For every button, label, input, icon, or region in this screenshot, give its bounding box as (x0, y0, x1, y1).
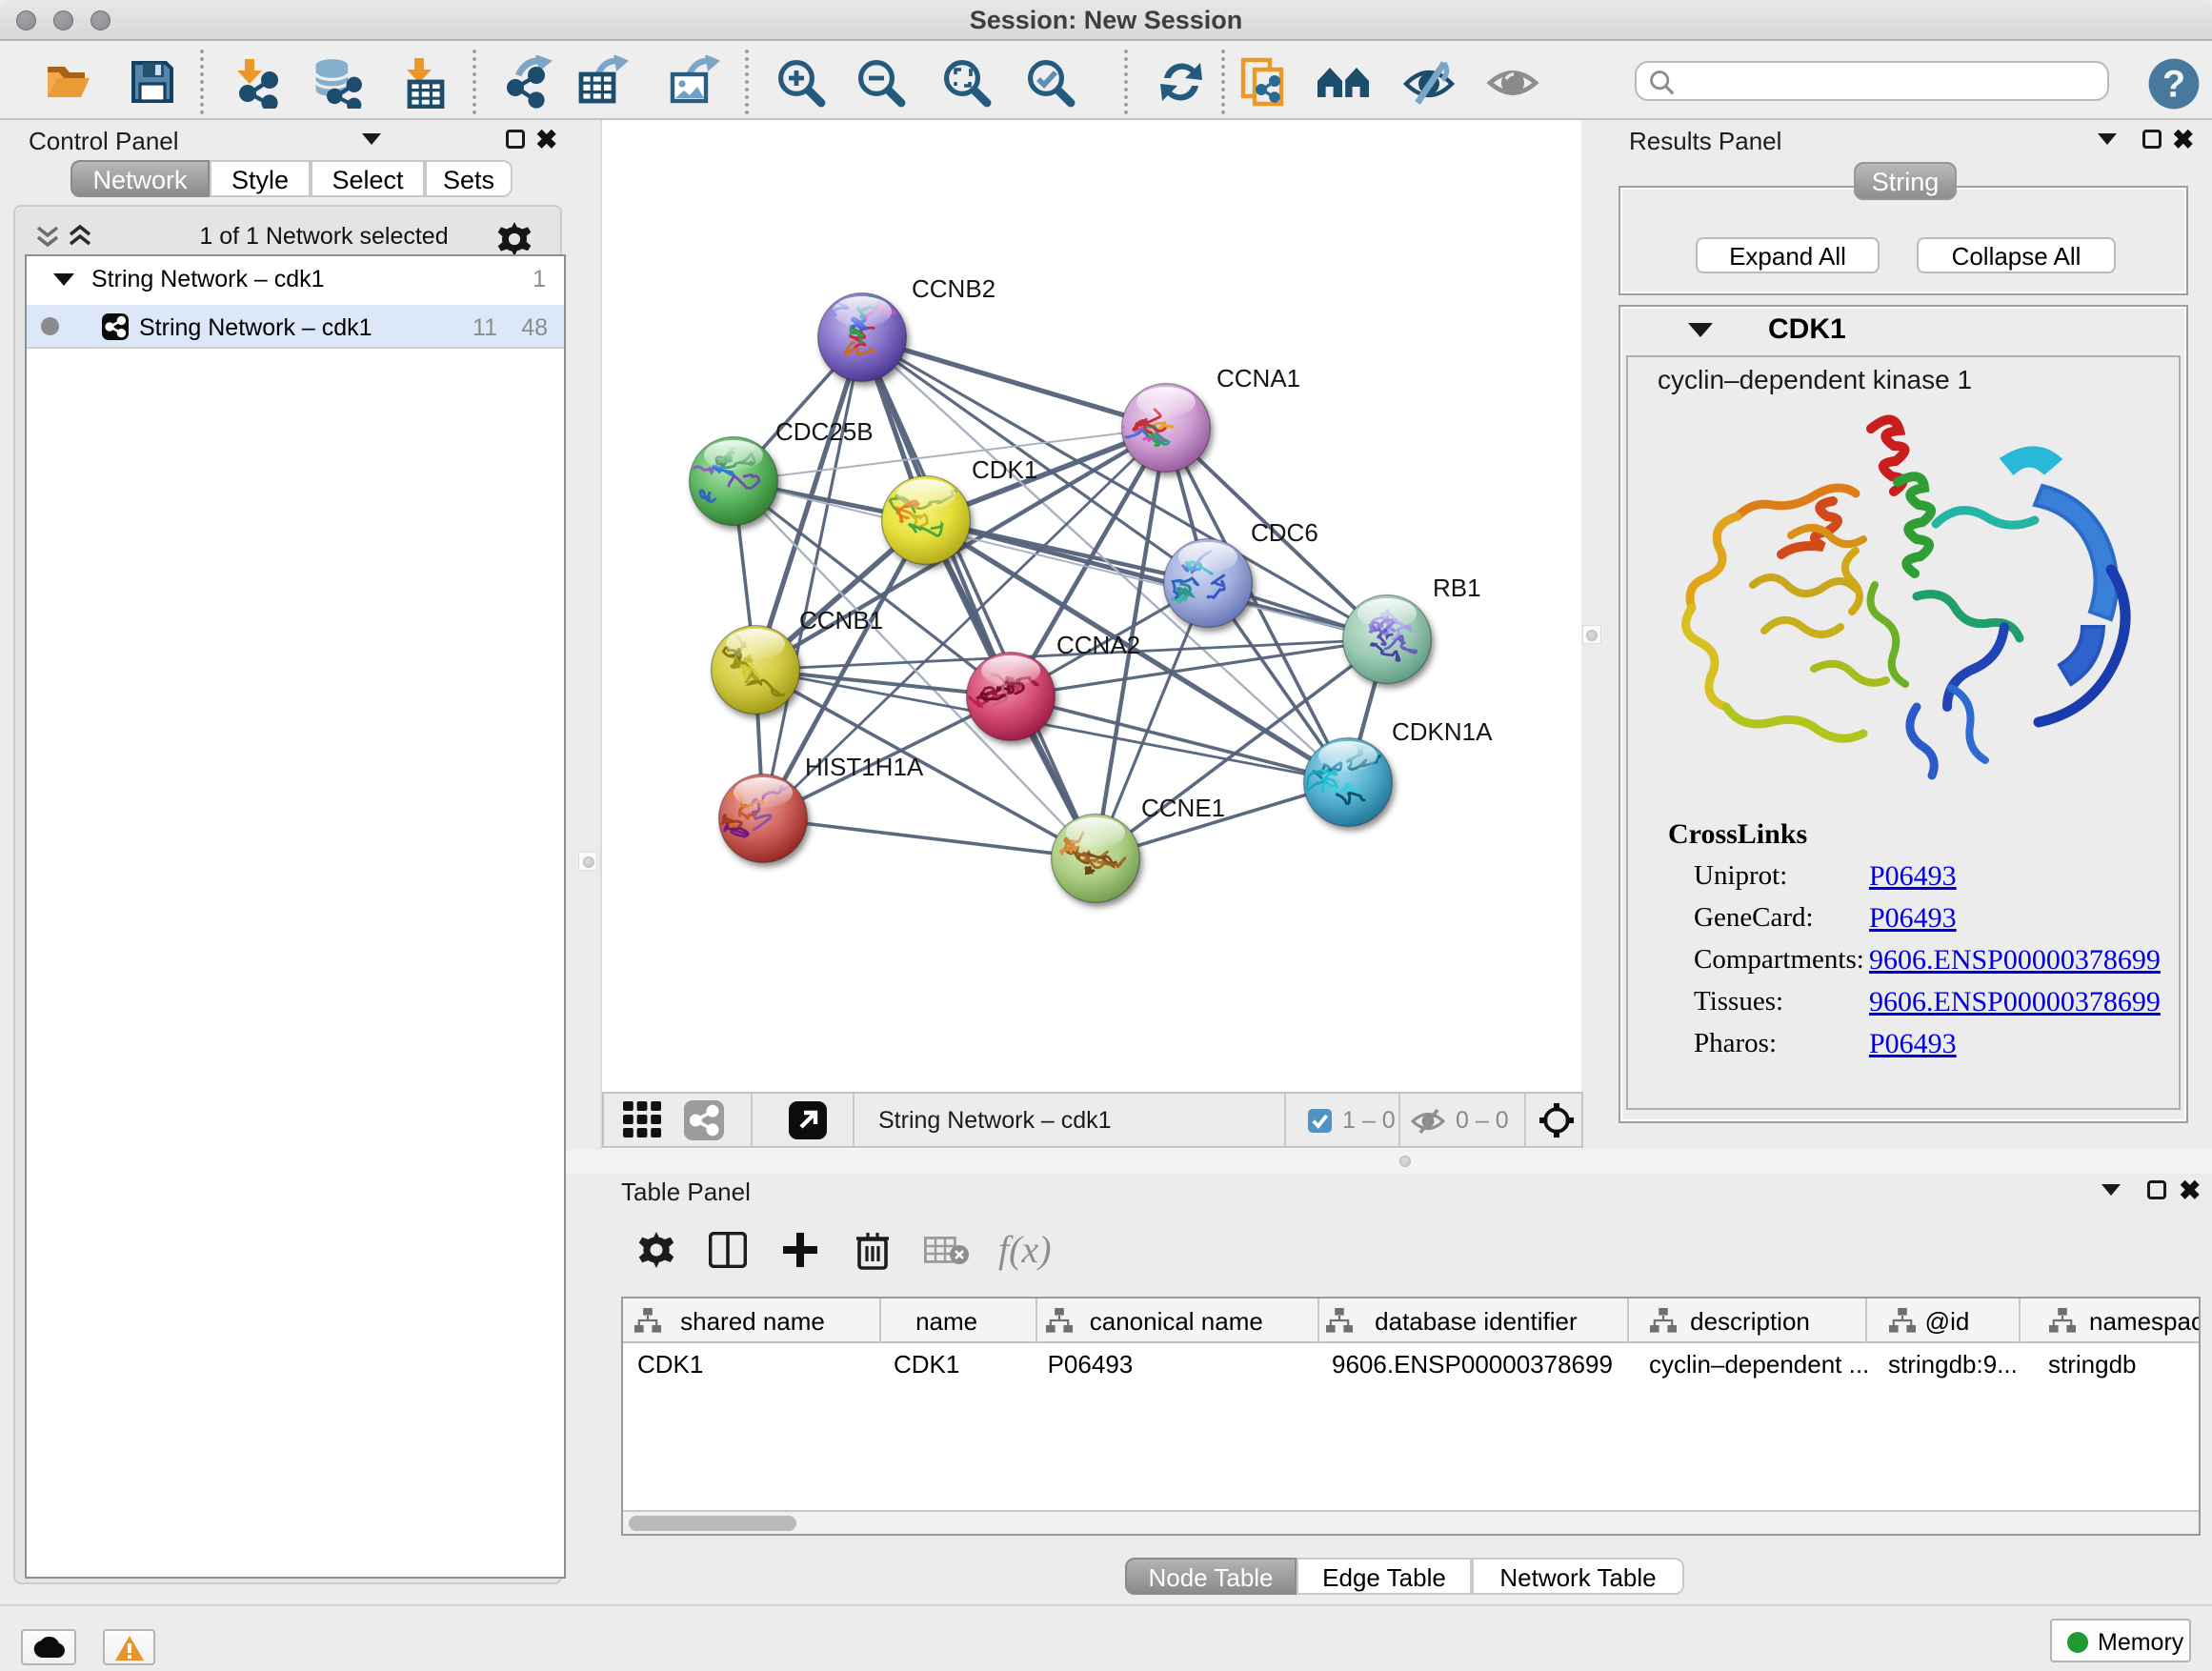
svg-text:?: ? (2162, 64, 2185, 106)
svg-text:CCNA1: CCNA1 (1217, 364, 1300, 393)
svg-text:CDK1: CDK1 (972, 455, 1037, 484)
svg-text:CCNE1: CCNE1 (1141, 794, 1225, 822)
svg-text:HIST1H1A: HIST1H1A (805, 753, 924, 781)
svg-text:CDC6: CDC6 (1251, 518, 1318, 547)
svg-text:CCNB1: CCNB1 (799, 606, 883, 634)
svg-text:CDKN1A: CDKN1A (1392, 717, 1493, 746)
svg-text:CCNA2: CCNA2 (1056, 631, 1140, 659)
svg-text:CDC25B: CDC25B (775, 417, 874, 446)
svg-text:RB1: RB1 (1433, 574, 1481, 602)
svg-text:CCNB2: CCNB2 (912, 274, 995, 303)
